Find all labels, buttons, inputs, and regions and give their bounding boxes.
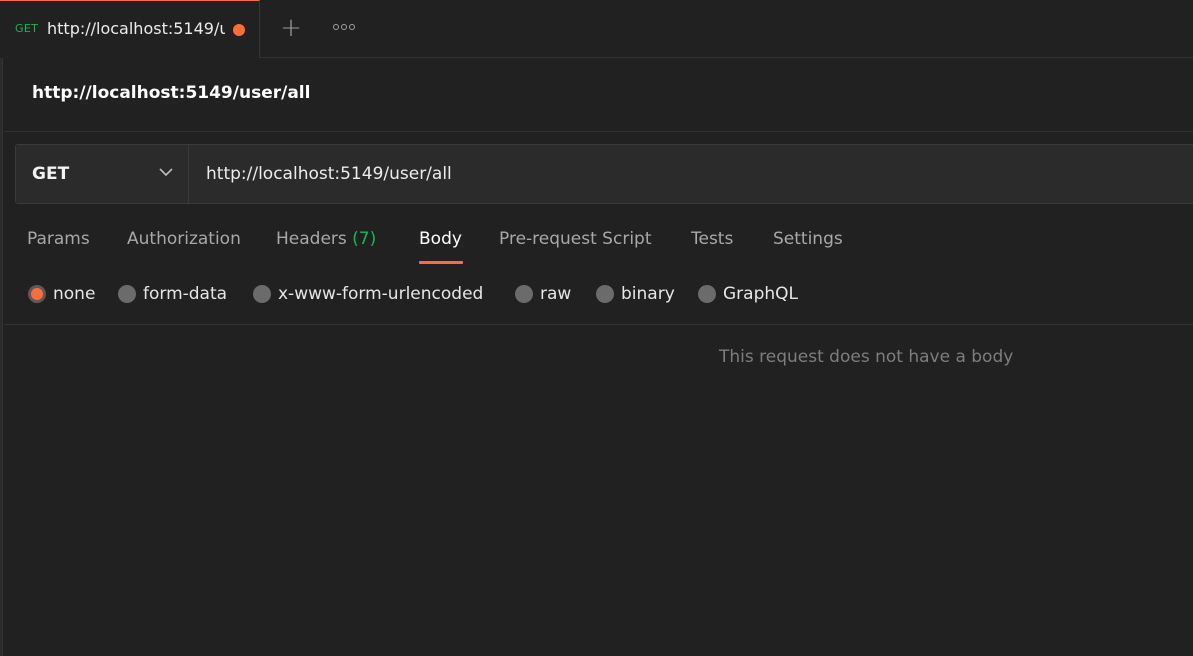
radio-unchecked-icon: [253, 285, 271, 303]
radio-unchecked-icon: [698, 285, 716, 303]
tab-title: http://localhost:5149/u: [47, 19, 225, 38]
sidebar-edge: [0, 0, 3, 656]
tab-params[interactable]: Params: [27, 229, 90, 249]
tab-body[interactable]: Body: [419, 229, 462, 249]
radio-unchecked-icon: [596, 285, 614, 303]
request-header: http://localhost:5149/user/all: [4, 58, 1193, 132]
body-divider: [4, 324, 1193, 325]
more-horizontal-icon[interactable]: [333, 21, 357, 33]
unsaved-dot-icon: [233, 24, 245, 36]
radio-unchecked-icon: [118, 285, 136, 303]
url-bar: GET: [15, 144, 1193, 204]
radio-none[interactable]: none: [28, 282, 95, 306]
tab-method-badge: GET: [15, 22, 39, 35]
tab-tests[interactable]: Tests: [691, 229, 733, 249]
radio-unchecked-icon: [515, 285, 533, 303]
radio-form-data[interactable]: form-data: [118, 282, 227, 306]
body-type-radios: none form-data x-www-form-urlencoded raw…: [0, 280, 1193, 308]
radio-raw[interactable]: raw: [515, 282, 571, 306]
request-tab[interactable]: GET http://localhost:5149/u: [0, 0, 260, 58]
active-tab-indicator: [419, 261, 463, 264]
method-dropdown[interactable]: GET: [16, 145, 189, 203]
method-label: GET: [32, 164, 70, 184]
url-input[interactable]: [190, 145, 1193, 203]
tab-authorization[interactable]: Authorization: [127, 229, 241, 249]
request-subtabs: Params Authorization Headers (7) Body Pr…: [0, 222, 1193, 266]
tab-pre-request-script[interactable]: Pre-request Script: [499, 229, 652, 249]
headers-count: (7): [352, 229, 377, 249]
request-name[interactable]: http://localhost:5149/user/all: [32, 83, 310, 103]
radio-x-www-form-urlencoded[interactable]: x-www-form-urlencoded: [253, 282, 483, 306]
plus-icon[interactable]: +: [280, 14, 302, 42]
chevron-down-icon: [159, 168, 173, 177]
tab-headers[interactable]: Headers (7): [276, 229, 376, 249]
radio-binary[interactable]: binary: [596, 282, 675, 306]
empty-body-message: This request does not have a body: [719, 347, 1014, 367]
tab-settings[interactable]: Settings: [773, 229, 843, 249]
tab-bar: GET http://localhost:5149/u +: [0, 0, 1193, 58]
radio-graphql[interactable]: GraphQL: [698, 282, 798, 306]
radio-checked-icon: [28, 285, 46, 303]
